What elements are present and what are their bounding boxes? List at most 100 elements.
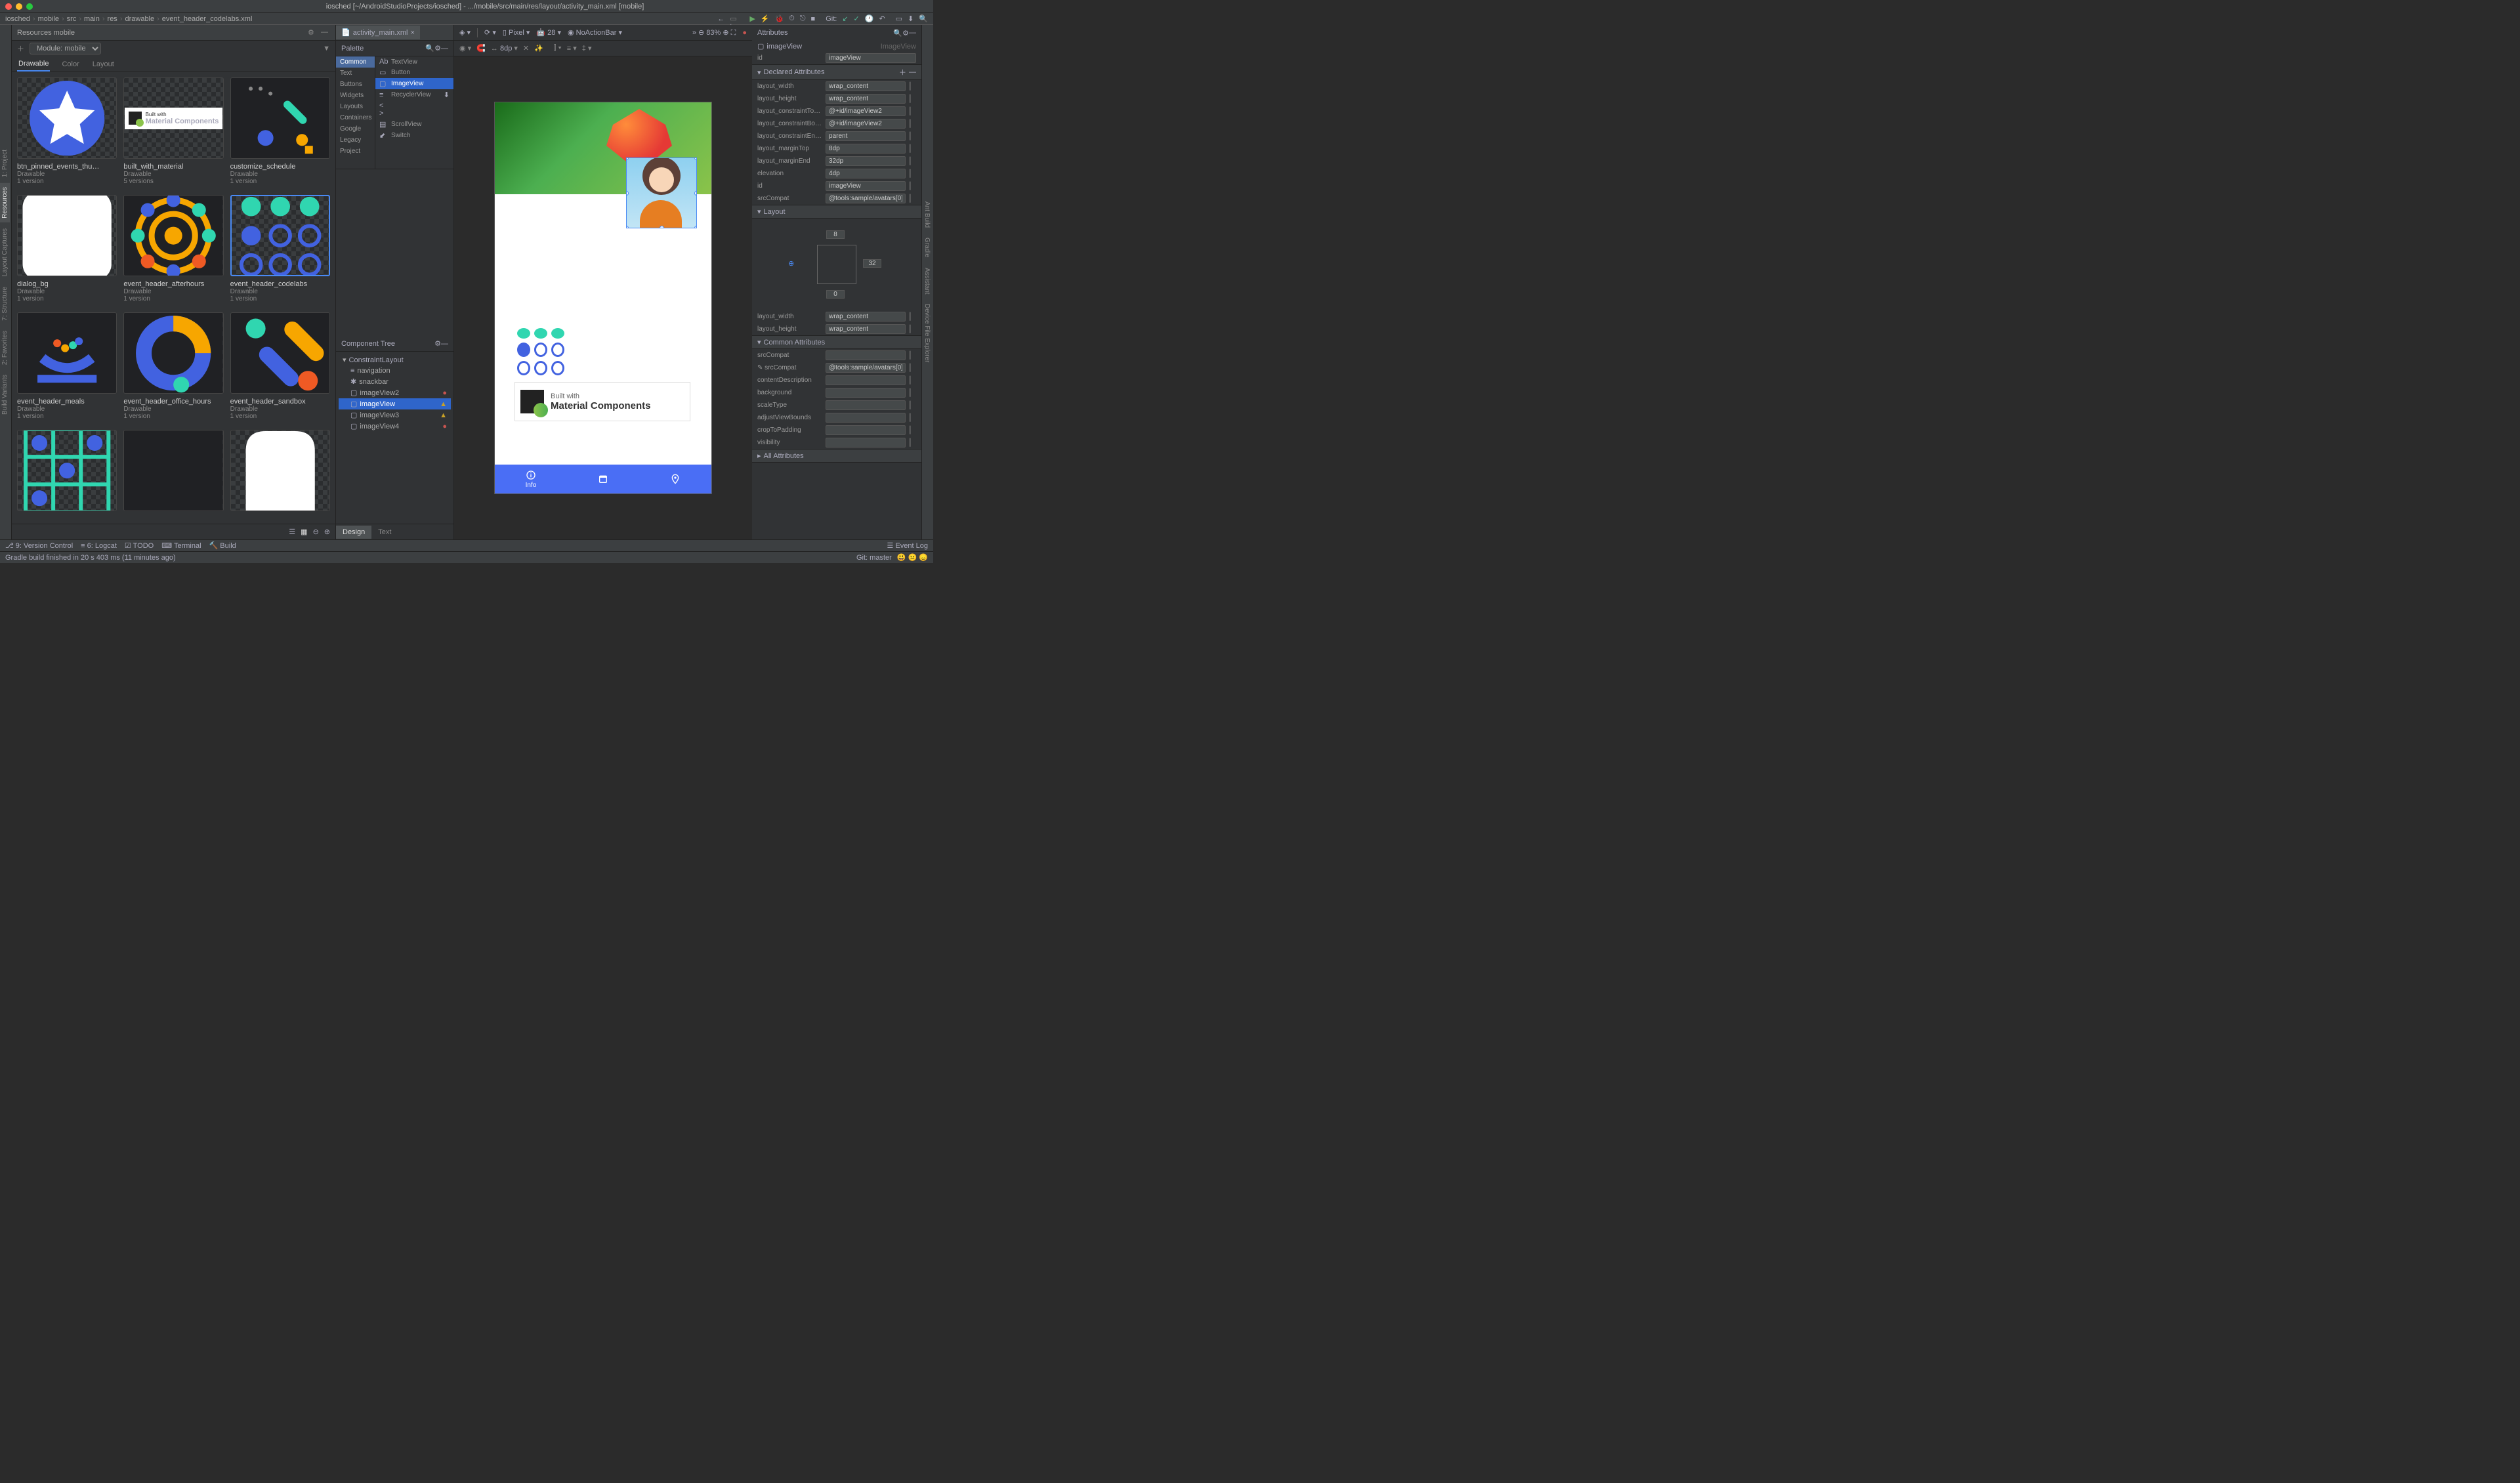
attr-input[interactable] — [826, 194, 906, 203]
nav-map[interactable] — [639, 465, 711, 493]
tab-design[interactable]: Design — [336, 526, 371, 539]
palette-item[interactable]: ▭Button — [375, 67, 453, 78]
close-tab-icon[interactable]: × — [410, 29, 414, 37]
attr-input[interactable] — [826, 169, 906, 178]
vcs-revert-button[interactable]: ↶ — [879, 14, 885, 23]
attr-input[interactable] — [826, 144, 906, 154]
filter-icon[interactable]: ▼ — [323, 45, 330, 52]
attr-input[interactable] — [826, 94, 906, 104]
view-options-icon[interactable]: ◉ ▾ — [459, 44, 471, 52]
tool-structure[interactable]: 7: Structure — [0, 283, 10, 325]
module-dropdown[interactable]: Module: mobile — [30, 43, 101, 54]
default-margin-dropdown[interactable]: ↔ 8dp ▾ — [491, 44, 518, 52]
breadcrumb[interactable]: drawable — [125, 15, 154, 23]
palette-category[interactable]: Buttons — [336, 79, 375, 90]
clear-constraints-icon[interactable]: ✕ — [523, 44, 529, 52]
tab-layout[interactable]: Layout — [91, 58, 116, 71]
minimize-icon[interactable]: — — [909, 29, 916, 37]
palette-category[interactable]: Google — [336, 123, 375, 135]
attr-input[interactable] — [826, 156, 906, 166]
imageview-selected[interactable]: 32 — [626, 157, 697, 228]
breadcrumb[interactable]: event_header_codelabs.xml — [162, 15, 253, 23]
back-button[interactable]: ← — [717, 15, 724, 23]
resource-item[interactable]: event_header_office_hoursDrawable1 versi… — [123, 312, 223, 423]
tab-text[interactable]: Text — [371, 526, 398, 539]
palette-category[interactable]: Legacy — [336, 135, 375, 146]
tree-node[interactable]: ▢imageView3▲ — [339, 409, 451, 421]
attr-input[interactable] — [826, 324, 906, 334]
breadcrumb[interactable]: mobile — [38, 15, 59, 23]
palette-item[interactable]: ▤ScrollView — [375, 119, 453, 130]
gear-icon[interactable]: ⚙ — [308, 28, 317, 37]
orientation-dropdown[interactable]: ⟳ ▾ — [484, 28, 496, 37]
attr-input[interactable] — [826, 81, 906, 91]
grid-view-icon[interactable]: ▦ — [301, 528, 307, 536]
design-canvas[interactable]: 32 Built with Material Components Info — [454, 56, 752, 539]
guidelines-icon[interactable]: ‡ ▾ — [582, 44, 592, 52]
tool-ant-build[interactable]: Ant Build — [922, 198, 932, 232]
tree-node[interactable]: ▢imageView4● — [339, 421, 451, 432]
bottom-tool-strip[interactable]: ⎇ 9: Version Control ≡ 6: Logcat ☑ TODO … — [0, 539, 933, 551]
attr-input[interactable] — [826, 400, 906, 410]
attr-input[interactable] — [826, 375, 906, 385]
vcs-update-button[interactable]: ↙ — [842, 14, 848, 23]
run-button[interactable]: ▶ — [749, 14, 755, 23]
right-tool-strip[interactable]: Ant Build Gradle Assistant Device File E… — [921, 25, 933, 539]
attach-debugger-button[interactable]: ⎋ — [800, 14, 806, 23]
margin-right-input[interactable] — [863, 259, 881, 268]
run-config-dropdown[interactable]: ▭ tv ▾ — [730, 14, 739, 24]
minimize-icon[interactable]: — — [321, 28, 330, 37]
resource-item[interactable]: btn_pinned_events_thu…Drawable1 version — [17, 77, 117, 188]
palette-category[interactable]: Text — [336, 68, 375, 79]
file-tab[interactable]: 📄 activity_main.xml × — [336, 26, 420, 39]
margin-top-input[interactable] — [826, 230, 845, 239]
palette-item[interactable]: AbTextView — [375, 56, 453, 67]
tree-node[interactable]: ≡navigation — [339, 366, 451, 376]
breadcrumb[interactable]: main — [84, 15, 100, 23]
add-resource-button[interactable]: ＋ — [17, 43, 24, 54]
resource-item[interactable]: customize_scheduleDrawable1 version — [230, 77, 330, 188]
zoom-out-icon[interactable]: ⊖ — [313, 528, 319, 536]
resource-item[interactable]: event_header_sandboxDrawable1 version — [230, 312, 330, 423]
palette-category[interactable]: Containers — [336, 112, 375, 123]
tool-vcs[interactable]: ⎇ 9: Version Control — [5, 541, 73, 550]
palette-category[interactable]: Project — [336, 146, 375, 157]
tool-layout-captures[interactable]: Layout Captures — [0, 224, 10, 280]
search-everywhere-button[interactable]: 🔍 — [919, 14, 928, 23]
vcs-commit-button[interactable]: ✓ — [854, 14, 860, 23]
tool-project[interactable]: 1: Project — [0, 146, 10, 181]
palette-item[interactable]: ▢ImageView — [375, 78, 453, 89]
attr-input[interactable] — [826, 438, 906, 448]
minimize-window-button[interactable] — [16, 3, 22, 10]
palette-category[interactable]: Layouts — [336, 101, 375, 112]
git-status[interactable]: Git: master — [856, 554, 892, 562]
nav-schedule[interactable] — [567, 465, 639, 493]
left-tool-strip[interactable]: 1: Project Resources Layout Captures 7: … — [0, 25, 12, 539]
device-dropdown[interactable]: ▯ Pixel ▾ — [503, 28, 530, 37]
sdk-manager-button[interactable]: ⬇ — [908, 14, 914, 23]
gear-icon[interactable]: ⚙ — [434, 44, 441, 52]
palette-category[interactable]: Widgets — [336, 90, 375, 101]
gear-icon[interactable]: ⚙ — [902, 29, 909, 37]
tool-assistant[interactable]: Assistant — [922, 264, 932, 299]
resource-item[interactable]: event_header_codelabsDrawable1 version — [230, 195, 330, 306]
tool-device-explorer[interactable]: Device File Explorer — [922, 300, 932, 366]
margin-bottom-input[interactable] — [826, 290, 845, 299]
minimize-icon[interactable]: — — [441, 45, 448, 52]
tree-node[interactable]: ▢imageView2● — [339, 387, 451, 398]
vcs-history-button[interactable]: 🕐 — [865, 14, 874, 23]
attr-input[interactable] — [826, 350, 906, 360]
resource-item[interactable]: event_header_afterhoursDrawable1 version — [123, 195, 223, 306]
theme-dropdown[interactable]: ◉ NoActionBar ▾ — [568, 28, 622, 37]
tool-build[interactable]: 🔨 Build — [209, 541, 236, 550]
close-window-button[interactable] — [5, 3, 12, 10]
profiler-button[interactable]: ⏱ — [789, 14, 795, 23]
attr-input[interactable] — [826, 312, 906, 322]
tree-node[interactable]: ▢imageView▲ — [339, 398, 451, 409]
breadcrumb[interactable]: iosched — [5, 15, 30, 23]
id-field[interactable] — [826, 53, 916, 63]
resource-grid[interactable]: btn_pinned_events_thu…Drawable1 versionB… — [12, 72, 335, 524]
tool-todo[interactable]: ☑ TODO — [125, 541, 154, 550]
list-view-icon[interactable]: ☰ — [289, 528, 295, 536]
minimize-icon[interactable]: — — [441, 340, 448, 348]
